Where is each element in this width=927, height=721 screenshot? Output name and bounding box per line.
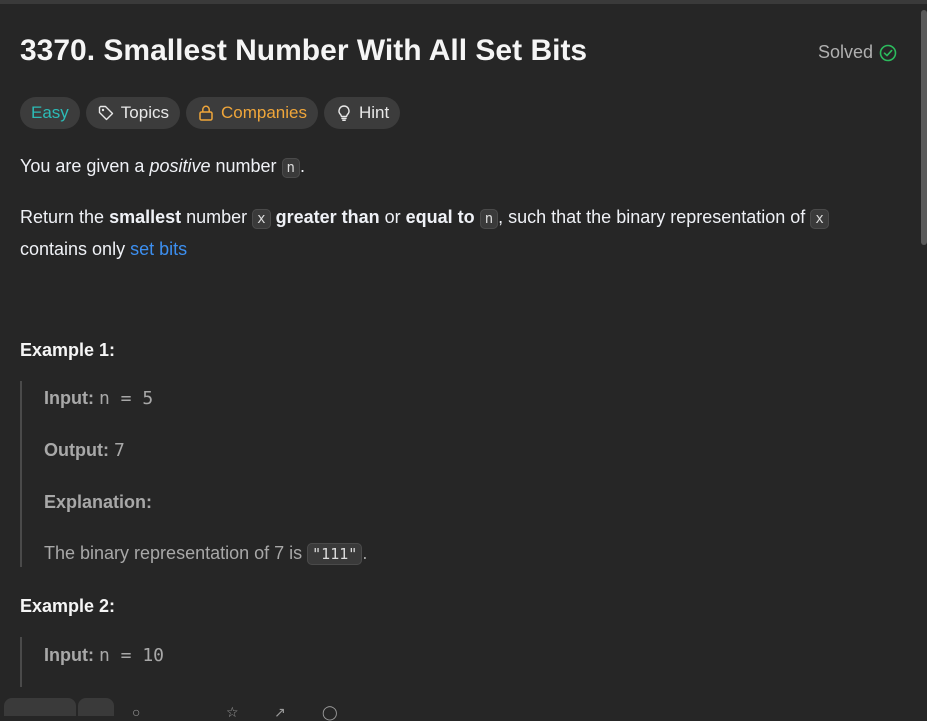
- star-icon[interactable]: ☆: [226, 704, 239, 721]
- solved-status: Solved: [818, 42, 897, 63]
- bold-text: smallest: [109, 207, 182, 227]
- top-border: [0, 0, 927, 4]
- example-2-block: [20, 637, 44, 687]
- example-1-title: Example 1:: [20, 340, 116, 360]
- text: .: [299, 156, 305, 176]
- text: Return the: [20, 207, 110, 227]
- text: , such that the binary representation of: [498, 207, 811, 227]
- input-value: n = 10: [99, 645, 165, 666]
- companies-label: Companies: [220, 103, 307, 122]
- output-label: Output:: [44, 440, 109, 460]
- lightbulb-icon: [335, 104, 353, 122]
- input-label: Input:: [44, 388, 94, 408]
- example-1-input: Input: n = 5: [44, 383, 153, 414]
- example-1-output: Output: 7: [44, 435, 125, 466]
- bold-text: equal to: [405, 207, 475, 227]
- difficulty-badge: Easy: [20, 97, 80, 129]
- inline-code: x: [252, 209, 271, 229]
- companies-button[interactable]: Companies: [185, 97, 318, 129]
- difficulty-label: Easy: [31, 103, 69, 122]
- explanation-text: The binary representation of 7 is: [44, 543, 308, 563]
- like-button[interactable]: [4, 698, 76, 716]
- description-paragraph-2: Return the smallest number x greater tha…: [20, 202, 900, 264]
- description-paragraph-1: You are given a positive number n.: [20, 151, 900, 183]
- set-bits-link[interactable]: set bits: [130, 239, 187, 259]
- text: or: [379, 207, 406, 227]
- hint-button[interactable]: Hint: [323, 97, 401, 129]
- tag-row: Easy Topics Companies Hint: [20, 97, 401, 129]
- example-2-input: Input: n = 10: [44, 640, 164, 671]
- explanation-label: Explanation:: [44, 492, 153, 512]
- example-1-explanation: The binary representation of 7 is "111".: [44, 538, 367, 569]
- topics-button[interactable]: Topics: [85, 97, 180, 129]
- share-icon[interactable]: ↗: [274, 704, 286, 721]
- input-label: Input:: [44, 645, 94, 665]
- example-2-title: Example 2:: [20, 596, 116, 616]
- page-title: 3370. Smallest Number With All Set Bits: [20, 34, 588, 67]
- text: number: [181, 207, 253, 227]
- topics-label: Topics: [120, 103, 169, 122]
- inline-code: n: [281, 158, 300, 178]
- output-value: 7: [113, 440, 125, 461]
- check-circle-icon: [879, 44, 897, 62]
- solved-label: Solved: [817, 42, 873, 62]
- text: You are given a: [20, 156, 150, 176]
- inline-code: x: [810, 209, 829, 229]
- comment-icon[interactable]: ○: [132, 704, 140, 720]
- inline-code: n: [479, 209, 499, 229]
- dislike-button[interactable]: [78, 698, 114, 716]
- hint-label: Hint: [358, 103, 390, 122]
- example-1-block: [20, 381, 44, 567]
- emphasis: positive: [149, 156, 211, 176]
- example-1-explanation-label: Explanation:: [44, 487, 152, 517]
- bold-text: greater than: [275, 207, 380, 227]
- tag-icon: [97, 104, 115, 122]
- lock-icon: [197, 104, 215, 122]
- inline-code: "111": [307, 543, 363, 565]
- scrollbar[interactable]: [921, 10, 927, 245]
- text: contains only: [20, 239, 131, 259]
- text: number: [210, 156, 282, 176]
- input-value: n = 5: [99, 388, 154, 409]
- text: .: [362, 543, 368, 563]
- help-icon[interactable]: ◯: [322, 704, 338, 721]
